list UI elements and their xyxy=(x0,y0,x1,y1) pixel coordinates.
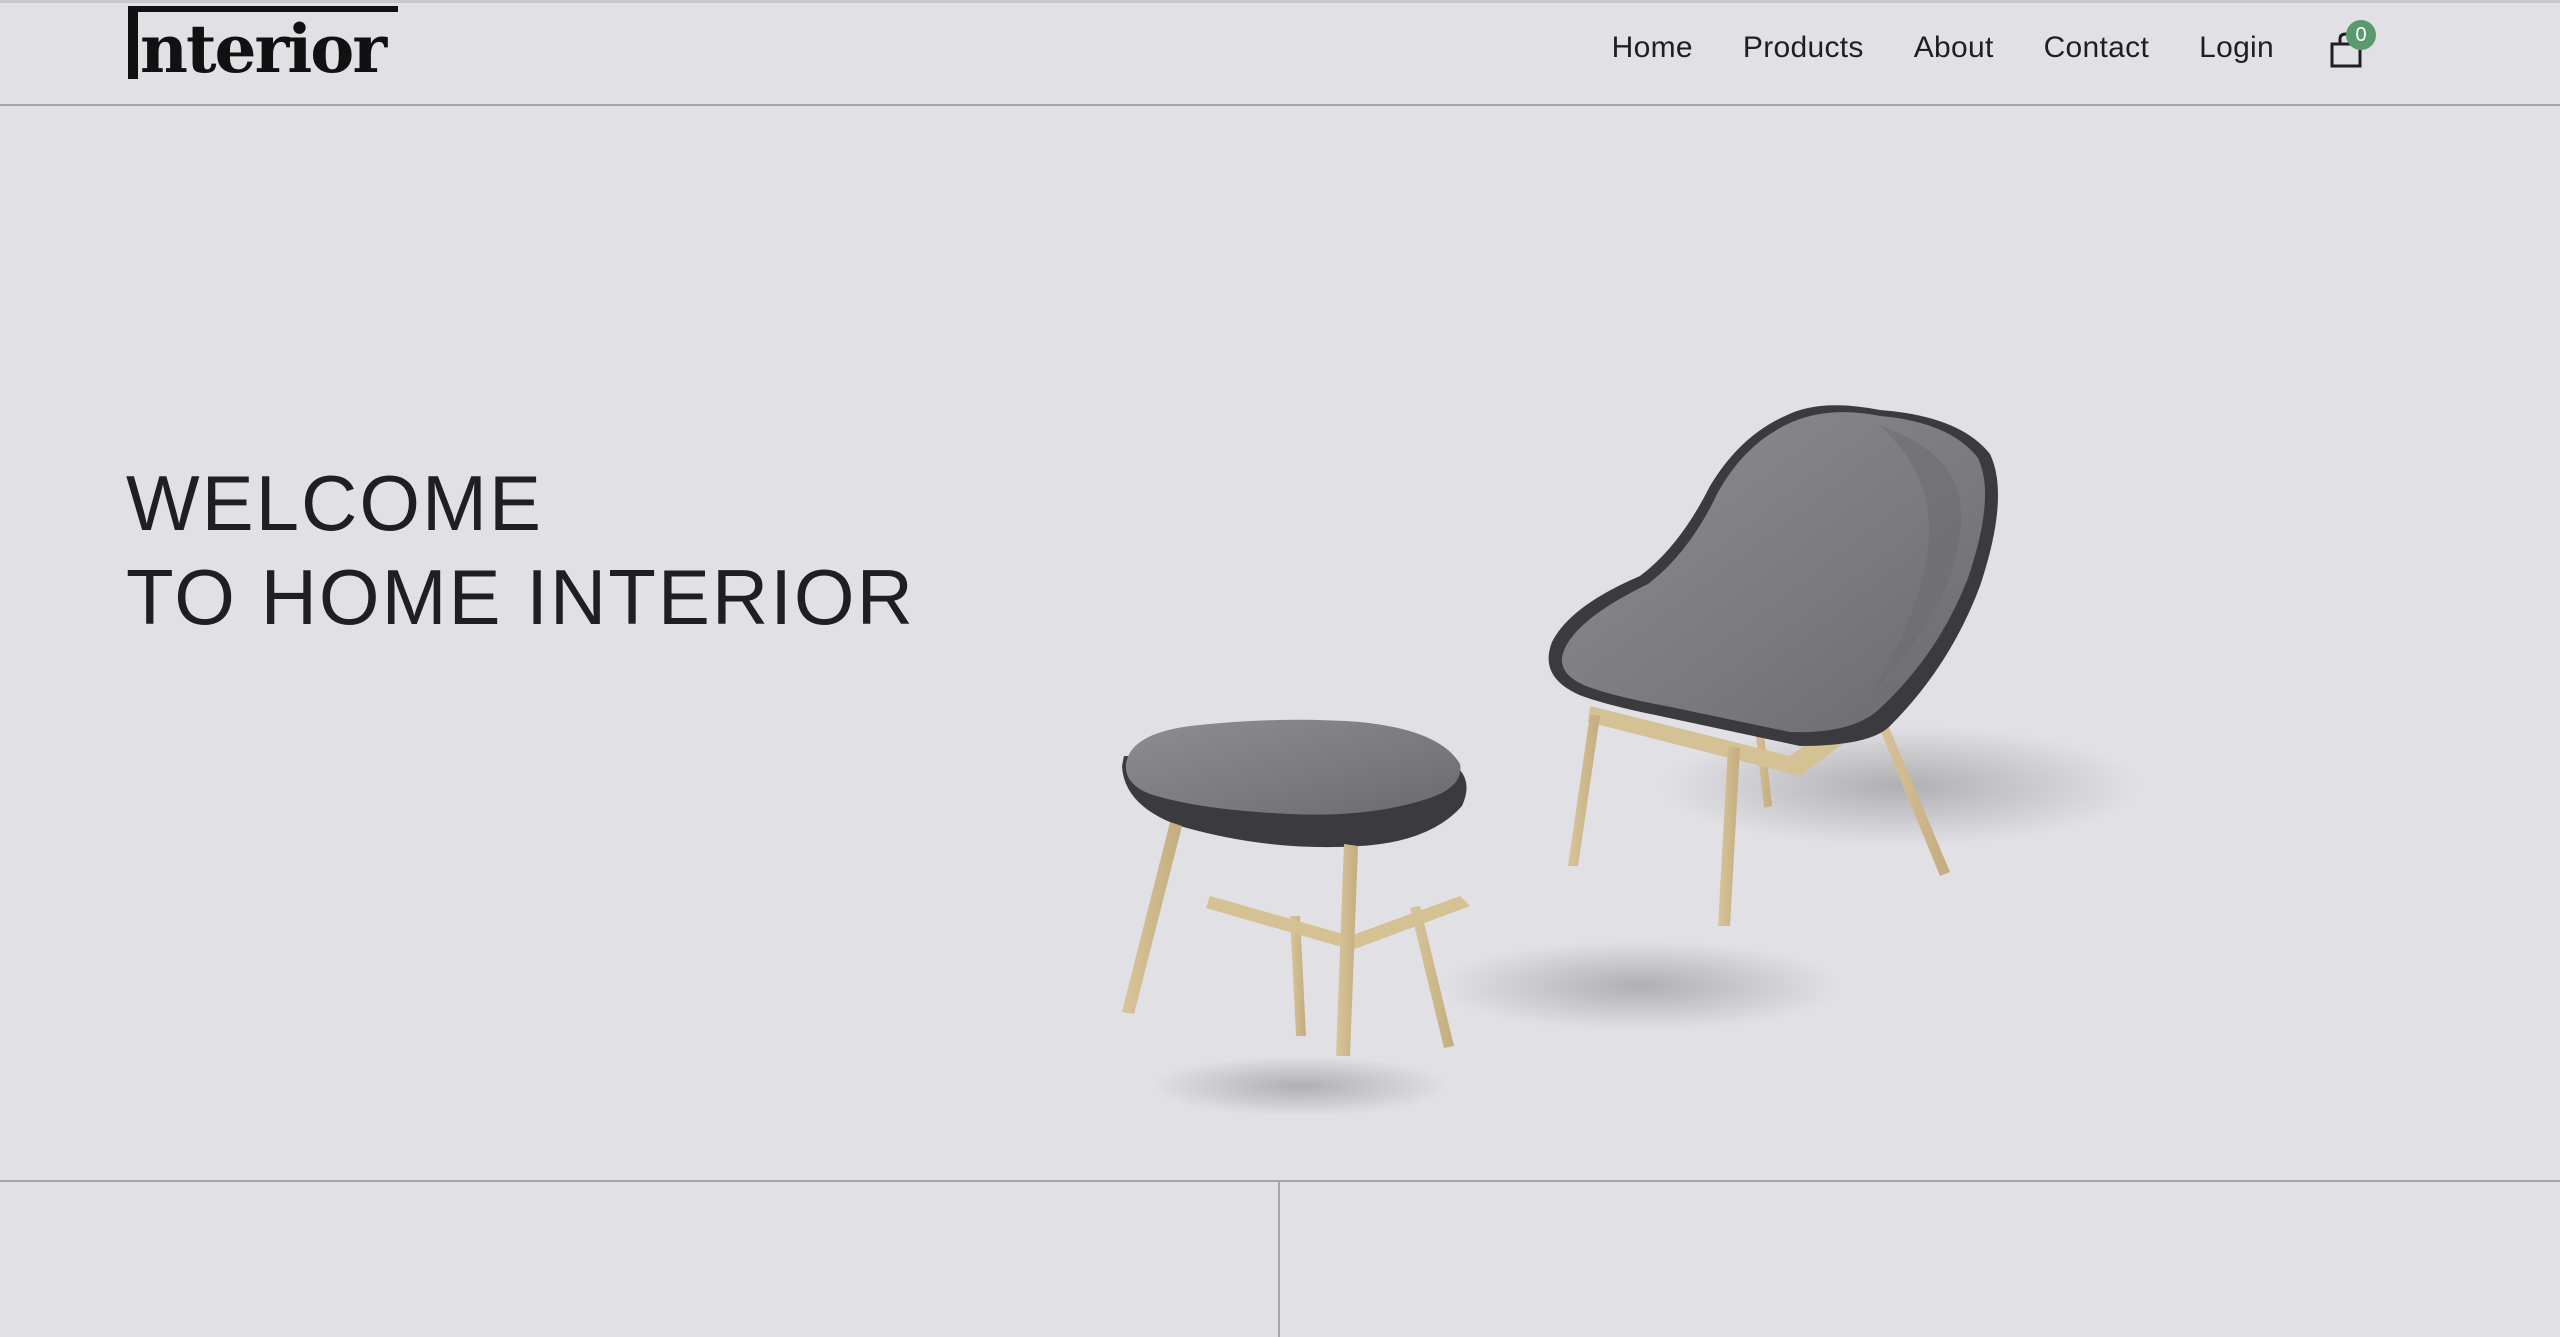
hero-chair-image xyxy=(1122,405,2140,1116)
logo-stem xyxy=(128,6,138,79)
hero-section: WELCOME TO HOME INTERIOR xyxy=(0,106,2560,1180)
site-header: nterior Home Products About Contact Logi… xyxy=(0,0,2560,106)
cart-button[interactable]: 0 xyxy=(2324,20,2376,72)
section-divider xyxy=(1278,1182,1280,1337)
hero-title-line-2: TO HOME INTERIOR xyxy=(126,553,915,641)
bottom-section xyxy=(0,1180,2560,1337)
nav-about[interactable]: About xyxy=(1914,31,1994,65)
nav-contact[interactable]: Contact xyxy=(2044,31,2150,65)
cart-count-badge: 0 xyxy=(2346,20,2376,50)
page: nterior Home Products About Contact Logi… xyxy=(0,0,2560,1337)
brand-logo[interactable]: nterior xyxy=(128,6,400,86)
logo-text: nterior xyxy=(140,10,387,88)
hero-title-line-1: WELCOME xyxy=(126,459,544,547)
hero-title: WELCOME TO HOME INTERIOR xyxy=(126,456,915,644)
nav-login[interactable]: Login xyxy=(2199,31,2274,65)
nav-products[interactable]: Products xyxy=(1743,31,1864,65)
nav-home[interactable]: Home xyxy=(1612,31,1693,65)
main-nav: Home Products About Contact Login 0 xyxy=(1562,20,2376,72)
